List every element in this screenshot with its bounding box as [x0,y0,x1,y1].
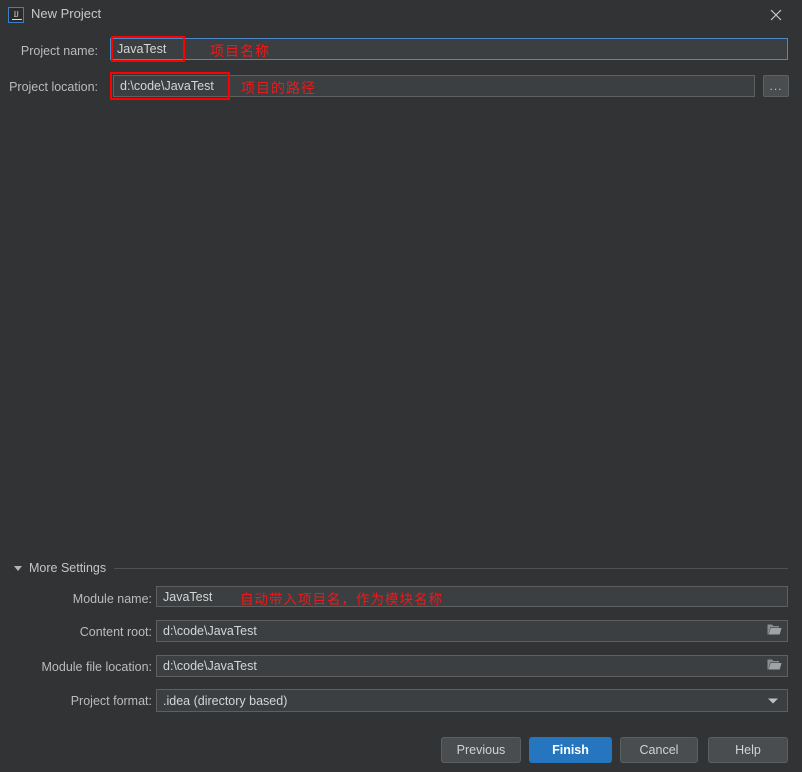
previous-button[interactable]: Previous [441,737,521,763]
folder-icon[interactable] [767,658,782,674]
content-root-value: d:\code\JavaTest [163,624,257,638]
module-file-location-value: d:\code\JavaTest [163,659,257,673]
more-settings-divider [114,567,788,569]
project-format-select[interactable]: .idea (directory based) [156,689,788,712]
project-location-annotation: 项目的路径 [241,81,316,97]
help-button[interactable]: Help [708,737,788,763]
project-format-label: Project format: [70,694,152,708]
project-location-input[interactable]: d:\code\JavaTest [113,75,755,97]
close-icon [770,9,782,21]
intellij-idea-icon: IJ [8,7,24,23]
chevron-down-icon [14,565,22,571]
project-name-label: Project name: [20,44,98,58]
project-format-value: .idea (directory based) [163,693,288,708]
folder-icon[interactable] [767,623,782,639]
project-name-annotation: 项目名称 [210,44,270,60]
more-settings-label: More Settings [29,561,107,575]
project-location-label: Project location: [9,80,98,94]
title-bar: IJ New Project [0,0,802,30]
window-title: New Project [31,6,102,21]
more-settings-toggle[interactable]: More Settings [14,560,788,576]
cancel-button[interactable]: Cancel [620,737,698,763]
finish-button[interactable]: Finish [529,737,612,763]
content-root-label: Content root: [79,625,152,639]
chevron-down-icon[interactable] [768,698,778,703]
content-root-input[interactable]: d:\code\JavaTest [156,620,788,642]
module-file-location-input[interactable]: d:\code\JavaTest [156,655,788,677]
module-file-location-label: Module file location: [41,660,152,674]
close-button[interactable] [754,0,798,30]
module-name-label: Module name: [72,592,152,606]
module-name-annotation: 自动带入项目名，作为模块名称 [240,592,443,608]
browse-location-button[interactable]: ... [763,75,789,97]
